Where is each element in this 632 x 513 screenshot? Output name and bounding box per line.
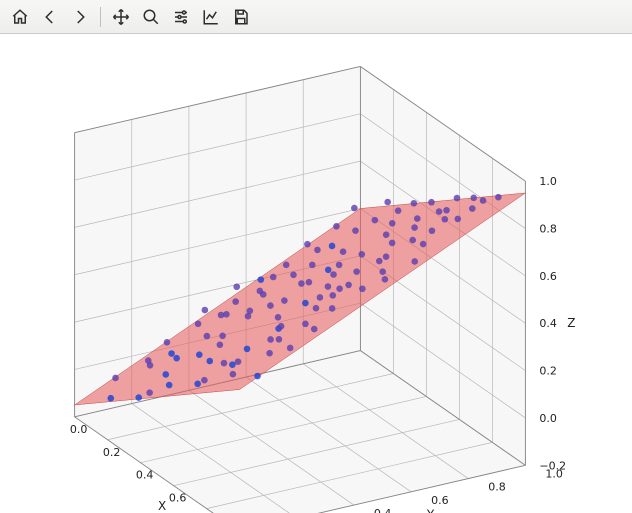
toolbar-edit-button[interactable] bbox=[197, 4, 225, 30]
arrow-left-icon bbox=[41, 8, 59, 26]
arrow-right-icon bbox=[71, 8, 89, 26]
matplotlib-toolbar bbox=[0, 0, 632, 34]
svg-text:1.0: 1.0 bbox=[539, 175, 557, 188]
toolbar-pan-button[interactable] bbox=[107, 4, 135, 30]
svg-text:0.8: 0.8 bbox=[539, 223, 557, 236]
svg-text:0.6: 0.6 bbox=[169, 492, 187, 505]
zoom-icon bbox=[142, 8, 160, 26]
toolbar-configure-button[interactable] bbox=[167, 4, 195, 30]
toolbar-zoom-button[interactable] bbox=[137, 4, 165, 30]
svg-text:0.4: 0.4 bbox=[374, 507, 392, 513]
svg-text:0.6: 0.6 bbox=[539, 270, 557, 283]
toolbar-back-button[interactable] bbox=[36, 4, 64, 30]
svg-text:0.4: 0.4 bbox=[539, 317, 557, 330]
svg-text:Y: Y bbox=[426, 507, 435, 513]
svg-text:−0.2: −0.2 bbox=[539, 459, 566, 472]
sliders-icon bbox=[172, 8, 190, 26]
move-icon bbox=[112, 8, 130, 26]
home-icon bbox=[11, 8, 29, 26]
svg-text:0.4: 0.4 bbox=[136, 469, 154, 482]
toolbar-save-button[interactable] bbox=[227, 4, 255, 30]
svg-text:X: X bbox=[158, 499, 166, 513]
toolbar-separator bbox=[100, 7, 101, 27]
toolbar-forward-button[interactable] bbox=[66, 4, 94, 30]
svg-text:0.2: 0.2 bbox=[103, 446, 121, 459]
plot-svg: 0.00.20.40.60.81.00.00.20.40.60.81.0−0.2… bbox=[0, 34, 632, 513]
svg-text:0.6: 0.6 bbox=[431, 494, 449, 507]
toolbar-home-button[interactable] bbox=[6, 4, 34, 30]
plot-canvas[interactable]: 0.00.20.40.60.81.00.00.20.40.60.81.0−0.2… bbox=[0, 34, 632, 513]
save-icon bbox=[232, 8, 250, 26]
svg-text:0.0: 0.0 bbox=[70, 423, 88, 436]
svg-text:0.8: 0.8 bbox=[488, 481, 506, 494]
svg-text:Z: Z bbox=[567, 316, 575, 330]
chart-line-icon bbox=[202, 8, 220, 26]
svg-text:0.0: 0.0 bbox=[539, 412, 557, 425]
svg-text:0.2: 0.2 bbox=[539, 365, 557, 378]
